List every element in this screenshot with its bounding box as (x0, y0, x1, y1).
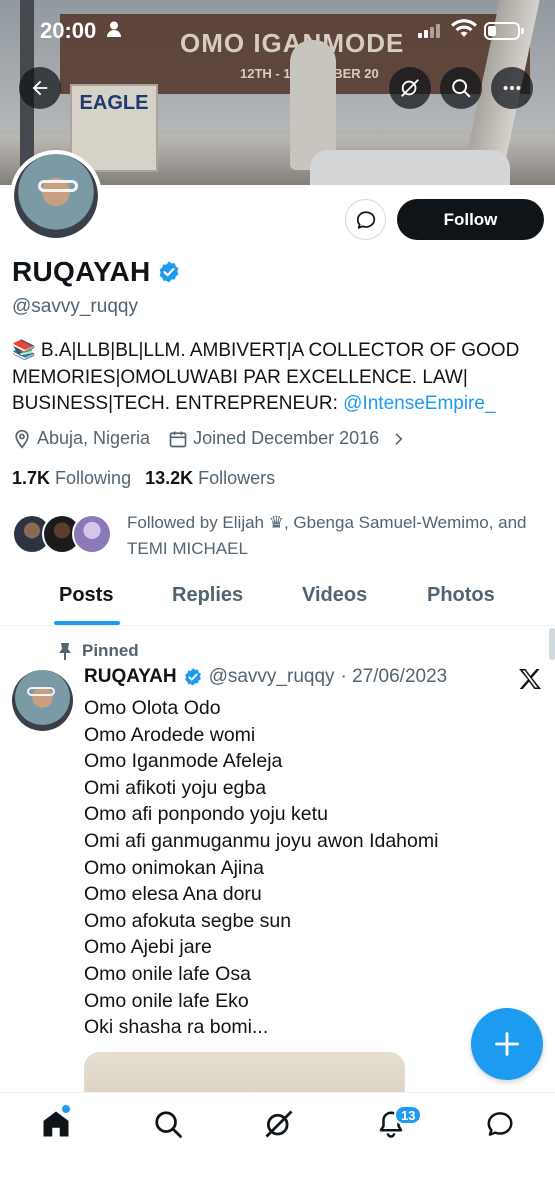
search-button[interactable] (440, 67, 482, 109)
status-bar: 20:00 (0, 0, 555, 60)
bottom-navigation: 13 (0, 1092, 555, 1200)
post-author-handle: @savvy_ruqqy (208, 666, 335, 687)
profile-name: RUQAYAH (12, 256, 181, 288)
avatar-glasses (38, 180, 78, 192)
messages-icon[interactable] (485, 1109, 515, 1139)
follow-button[interactable]: Follow (397, 199, 544, 240)
post-line: Omi afi ganmuganmu joyu awon Idahomi (84, 829, 439, 852)
post-line: Omo onile lafe Eko (84, 989, 249, 1012)
avatar-photo (14, 154, 98, 238)
joined-text: Joined December 2016 (193, 428, 380, 448)
profile-avatar[interactable] (10, 150, 102, 242)
post-line: Omo afi ponpondo yoju ketu (84, 803, 328, 826)
followers-count: 13.2K (145, 468, 194, 488)
person-icon (107, 21, 121, 37)
active-tab-indicator (54, 621, 120, 625)
profile-meta: Abuja, Nigeria Joined December 2016 (12, 428, 424, 449)
followers-label: Followers (198, 468, 276, 488)
location-item: Abuja, Nigeria (12, 428, 150, 449)
profile-handle: @savvy_ruqqy (12, 296, 138, 317)
post-line: Omo onile lafe Osa (84, 962, 251, 985)
profile-bio: 📚 B.A|LLB|BL|LLM. AMBIVERT|A COLLECTOR O… (12, 338, 547, 418)
tab-replies[interactable]: Replies (172, 584, 243, 607)
follow-counts: 1.7K Following 13.2K Followers (12, 468, 275, 489)
calendar-icon (169, 431, 187, 447)
tab-posts[interactable]: Posts (59, 584, 113, 607)
arrow-left-icon (32, 80, 48, 96)
location-pin-icon (15, 429, 29, 449)
bio-mention-link[interactable]: @IntenseEmpire_ (343, 393, 495, 414)
post-line: Omo elesa Ana doru (84, 883, 262, 906)
post-line: Omo Ajebi jare (84, 936, 212, 959)
notifications-badge: 13 (394, 1105, 423, 1125)
post-header: RUQAYAH @savvy_ruqqy · 27/06/2023 (84, 666, 447, 688)
profile-tabs: Posts Replies Videos Photos (0, 572, 555, 626)
post-line: Omi afikoti yoju egba (84, 776, 267, 799)
more-options-button[interactable] (491, 67, 533, 109)
home-icon[interactable] (41, 1109, 71, 1139)
battery-icon (484, 22, 524, 40)
followed-by-text: Followed by Elijah ♛, Gbenga Samuel-Wemi… (127, 513, 527, 558)
cellular-signal-icon (418, 24, 440, 38)
message-bubble-icon (356, 210, 375, 229)
back-button[interactable] (19, 67, 61, 109)
post-line: Omo Iganmode Afeleja (84, 750, 283, 773)
followers-link[interactable]: 13.2K Followers (145, 468, 275, 489)
home-unread-dot (62, 1105, 70, 1113)
tab-videos[interactable]: Videos (302, 584, 367, 607)
post-avatar-glasses (27, 687, 55, 696)
post-line: Omo Olota Odo (84, 697, 221, 719)
scroll-indicator (549, 628, 555, 660)
post-line: Oki shasha ra bomi... (84, 1016, 269, 1039)
profile-name-text: RUQAYAH (12, 256, 151, 287)
followed-by-section[interactable]: Followed by Elijah ♛, Gbenga Samuel-Wemi… (12, 510, 547, 560)
message-button[interactable] (345, 199, 386, 240)
status-time: 20:00 (40, 18, 97, 43)
pinned-label: Pinned (58, 641, 139, 661)
x-logo-icon[interactable] (518, 668, 542, 690)
search-icon[interactable] (153, 1109, 183, 1139)
post-date: · 27/06/2023 (340, 666, 448, 687)
verified-badge-icon (159, 261, 178, 283)
following-link[interactable]: 1.7K Following (12, 468, 131, 489)
post-line: Omo afokuta segbe sun (84, 909, 292, 932)
following-label: Following (55, 468, 132, 488)
joined-item[interactable]: Joined December 2016 (168, 428, 406, 449)
grok-icon[interactable] (264, 1109, 294, 1139)
plus-icon (495, 1032, 519, 1056)
post-body[interactable]: Omo Olota Odo Omo Arodede womi Omo Iganm… (84, 695, 438, 1041)
follower-avatar-3 (72, 514, 112, 554)
compose-post-button[interactable] (471, 1008, 543, 1080)
verified-badge-icon (184, 668, 201, 686)
wifi-icon (451, 19, 477, 37)
following-count: 1.7K (12, 468, 51, 488)
post-line: Omo onimokan Ajina (84, 856, 264, 879)
grok-button[interactable] (389, 67, 431, 109)
post-line: Omo Arodede womi (84, 723, 256, 746)
pin-icon (59, 643, 71, 660)
location-text: Abuja, Nigeria (37, 428, 151, 448)
chevron-right-icon (395, 432, 403, 445)
grok-icon (401, 79, 419, 97)
pinned-text: Pinned (82, 641, 139, 660)
tab-photos[interactable]: Photos (427, 584, 495, 607)
more-dots-icon (503, 85, 521, 91)
post-author-avatar[interactable] (12, 670, 73, 731)
post-author-name[interactable]: RUQAYAH (84, 666, 177, 688)
search-icon (452, 79, 471, 98)
